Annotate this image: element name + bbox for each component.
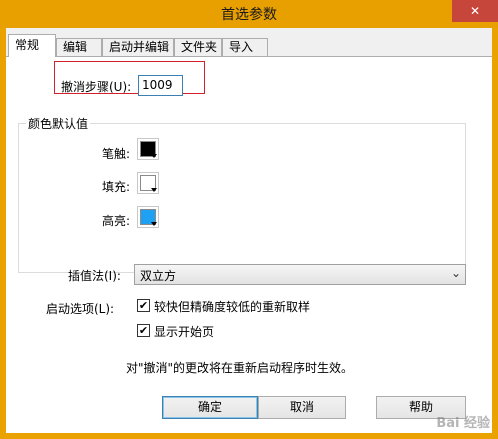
tab-edit[interactable]: 编辑 xyxy=(56,38,102,56)
title-bar[interactable]: 首选参数 ✕ xyxy=(0,0,498,28)
tab-launch-and-edit[interactable]: 启动并编辑 xyxy=(102,38,174,56)
chevron-down-icon: ⌄ xyxy=(450,266,461,280)
dropdown-arrow-icon xyxy=(151,188,157,192)
stroke-color-swatch[interactable] xyxy=(137,138,159,160)
stroke-label: 笔触: xyxy=(102,147,131,161)
undo-restart-note: 对"撤消"的更改将在重新启动程序时生效。 xyxy=(126,361,354,375)
tab-import[interactable]: 导入 xyxy=(222,38,268,56)
undo-steps-input[interactable]: 1009 xyxy=(138,75,183,96)
start-page-option-label: 显示开始页 xyxy=(154,325,215,339)
undo-steps-label: 撤消步骤(U): xyxy=(61,80,132,94)
interpolation-value: 双立方 xyxy=(140,269,177,283)
preferences-dialog: 首选参数 ✕ 常规 编辑 启动并编辑 文件夹 导入 撤消步骤(U): 1009 … xyxy=(0,0,498,439)
start-page-checkbox[interactable]: ✔ xyxy=(137,324,150,337)
fill-label: 填充: xyxy=(102,180,131,194)
resample-option-label: 较快但精确度较低的重新取样 xyxy=(154,300,311,314)
close-button[interactable]: ✕ xyxy=(452,0,498,22)
startup-options-label: 启动选项(L): xyxy=(46,302,115,316)
interpolation-label: 插值法(I): xyxy=(68,269,121,283)
close-icon: ✕ xyxy=(469,4,481,18)
highlight-color-swatch[interactable] xyxy=(137,206,159,228)
dialog-title: 首选参数 xyxy=(221,7,277,23)
color-defaults-group xyxy=(18,123,466,273)
watermark: Bai 经验 xyxy=(436,416,490,431)
tab-strip: 常规 编辑 启动并编辑 文件夹 导入 xyxy=(6,34,492,57)
highlight-label: 高亮: xyxy=(102,214,131,228)
fill-color-swatch[interactable] xyxy=(137,172,159,194)
dropdown-arrow-icon xyxy=(151,222,157,226)
tab-folders[interactable]: 文件夹 xyxy=(174,38,222,56)
color-defaults-label: 颜色默认值 xyxy=(26,115,91,132)
checkmark-icon: ✔ xyxy=(138,299,149,312)
checkmark-icon: ✔ xyxy=(138,324,149,337)
cancel-button[interactable]: 取消 xyxy=(258,396,346,419)
resample-checkbox[interactable]: ✔ xyxy=(137,299,150,312)
tab-general[interactable]: 常规 xyxy=(8,34,56,57)
dialog-client-area: 常规 编辑 启动并编辑 文件夹 导入 撤消步骤(U): 1009 颜色默认值 笔… xyxy=(6,28,492,433)
dropdown-arrow-icon xyxy=(151,154,157,158)
interpolation-select[interactable]: 双立方 ⌄ xyxy=(134,264,466,285)
ok-button[interactable]: 确定 xyxy=(162,396,258,419)
